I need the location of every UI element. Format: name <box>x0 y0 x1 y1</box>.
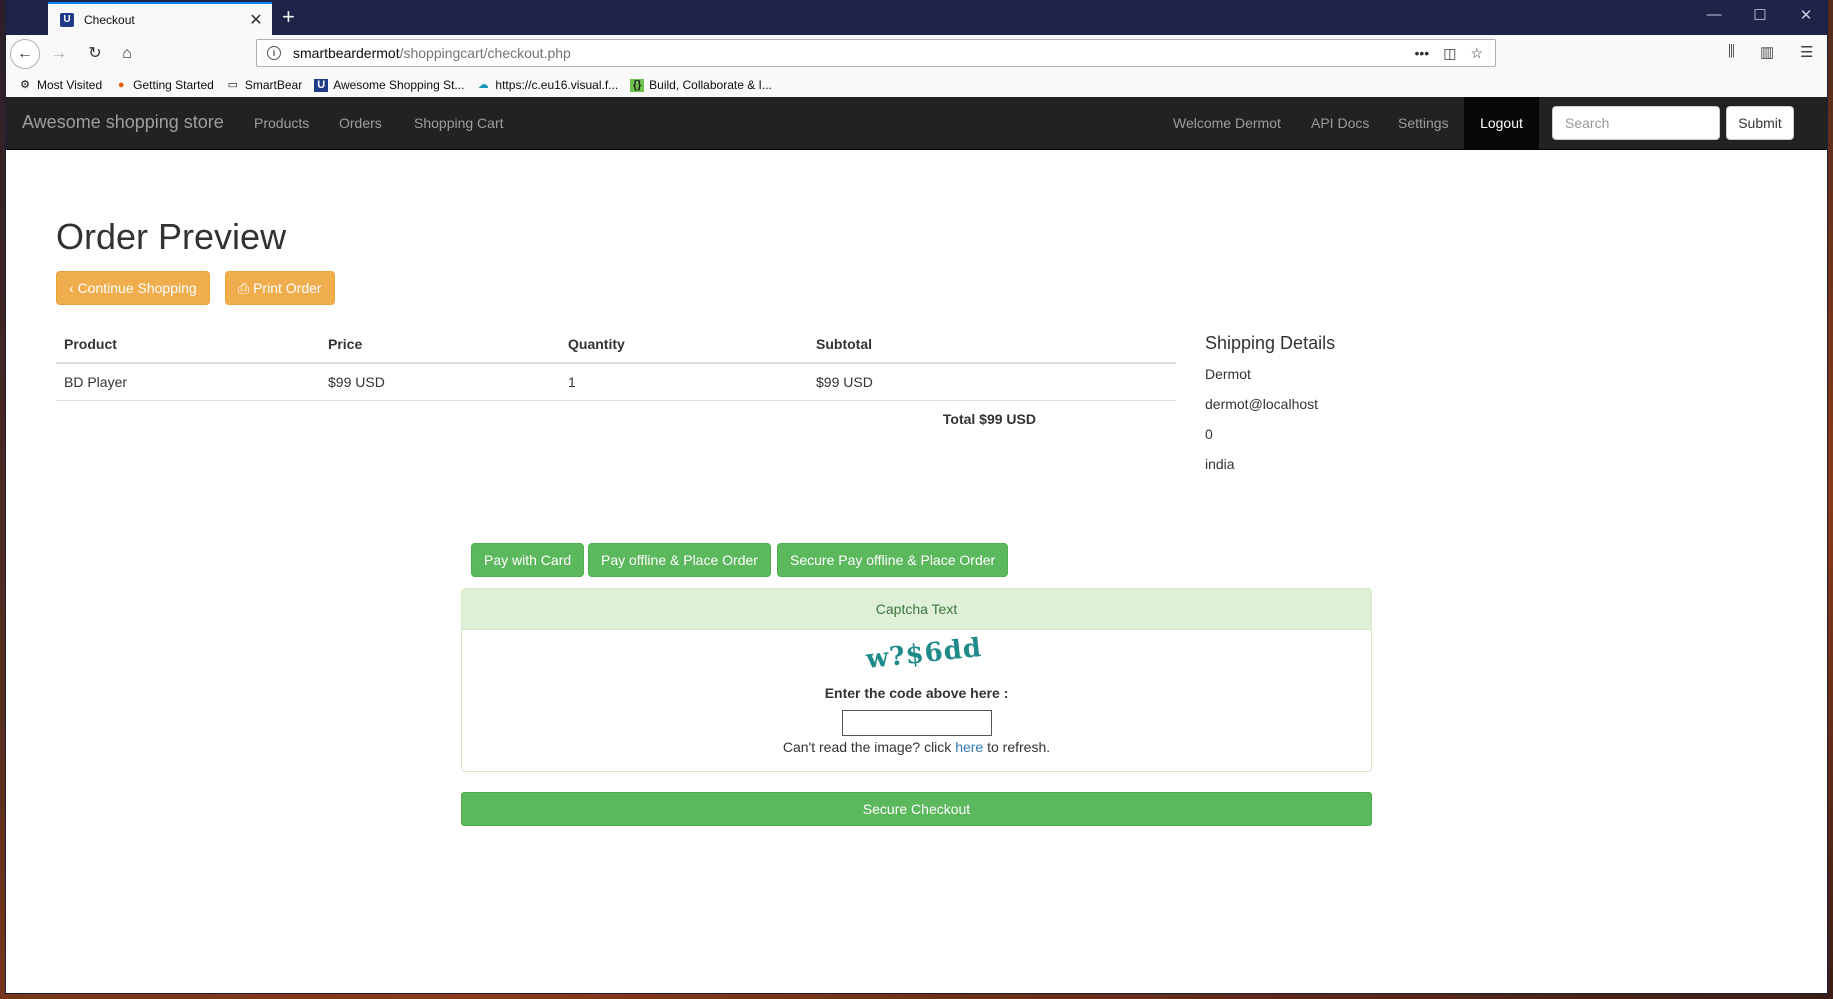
maximize-icon[interactable]: ☐ <box>1738 6 1782 24</box>
bookmark-salesforce[interactable]: ☁ https://c.eu16.visual.f... <box>476 78 618 92</box>
shipping-country: india <box>1205 456 1235 472</box>
bookmark-awesome-shopping[interactable]: U Awesome Shopping St... <box>314 78 464 92</box>
pay-with-card-button[interactable]: Pay with Card <box>471 543 585 577</box>
cell-subtotal: $99 USD <box>808 362 1176 401</box>
pocket-icon[interactable]: ◫ <box>1443 45 1456 62</box>
shipping-phone: 0 <box>1205 426 1213 442</box>
continue-shopping-button[interactable]: ‹ Continue Shopping <box>56 271 210 305</box>
browser-window: U Checkout ✕ + — ☐ ✕ ← → ↻ ⌂ i smartbear… <box>6 0 1827 993</box>
captcha-heading: Captcha Text <box>462 589 1371 630</box>
captcha-label: Enter the code above here : <box>824 685 1009 701</box>
menu-icon[interactable]: ☰ <box>1800 43 1813 61</box>
site-info-icon[interactable]: i <box>267 46 281 60</box>
tab-close-icon[interactable]: ✕ <box>246 10 266 30</box>
nav-welcome[interactable]: Welcome Dermot <box>1173 115 1281 131</box>
shipping-name: Dermot <box>1205 366 1251 382</box>
forward-icon[interactable]: → <box>46 41 72 67</box>
firefox-icon: ● <box>117 78 125 91</box>
captcha-panel: Captcha Text w?$6dd Enter the code above… <box>461 588 1372 772</box>
header-price: Price <box>320 326 560 364</box>
nav-shopping-cart[interactable]: Shopping Cart <box>414 115 504 131</box>
search-input[interactable] <box>1552 106 1720 140</box>
gear-icon: ⚙ <box>20 78 30 91</box>
bookmark-build-collaborate[interactable]: {} Build, Collaborate & I... <box>630 78 772 92</box>
title-bar: U Checkout ✕ + — ☐ ✕ <box>6 0 1827 35</box>
tab-title: Checkout <box>84 12 135 27</box>
folder-icon: ▭ <box>227 78 239 91</box>
table-header-row: Product Price Quantity Subtotal <box>56 326 1176 364</box>
url-host: smartbeardermot <box>293 45 400 61</box>
nav-orders[interactable]: Orders <box>339 115 382 131</box>
browser-toolbar: ← → ↻ ⌂ i smartbeardermot/shoppingcart/c… <box>6 35 1827 74</box>
header-product: Product <box>56 326 320 364</box>
order-total: Total $99 USD <box>56 400 1176 437</box>
table-row: BD Player $99 USD 1 $99 USD <box>56 362 1176 401</box>
brand-link[interactable]: Awesome shopping store <box>22 112 224 133</box>
build-favicon-icon: {} <box>630 78 645 92</box>
back-icon[interactable]: ← <box>10 39 40 69</box>
new-tab-icon[interactable]: + <box>282 4 295 30</box>
captcha-refresh-link[interactable]: here <box>955 739 983 755</box>
library-icon[interactable]: ⫼ <box>1728 43 1735 60</box>
cloud-icon: ☁ <box>477 78 489 91</box>
reload-icon[interactable]: ↻ <box>82 41 108 67</box>
shipping-details-title: Shipping Details <box>1205 333 1336 353</box>
bookmarks-toolbar: ⚙ Most Visited ● Getting Started ▭ SmartBea… <box>6 73 1827 97</box>
page-title: Order Preview <box>56 216 287 257</box>
minimize-icon[interactable]: — <box>1692 6 1736 23</box>
print-icon: ⎙ <box>238 280 250 296</box>
window-close-icon[interactable]: ✕ <box>1784 6 1828 24</box>
bookmark-getting-started[interactable]: ● Getting Started <box>114 78 214 92</box>
captcha-image: w?$6dd <box>864 633 984 675</box>
bookmark-smartbear[interactable]: ▭ SmartBear <box>226 78 303 92</box>
browser-tab[interactable]: U Checkout ✕ <box>48 2 272 35</box>
nav-logout[interactable]: Logout <box>1464 97 1539 149</box>
bookmark-most-visited[interactable]: ⚙ Most Visited <box>18 78 102 92</box>
captcha-input[interactable] <box>842 710 992 736</box>
nav-api-docs[interactable]: API Docs <box>1311 115 1369 131</box>
bookmark-star-icon[interactable]: ☆ <box>1470 45 1483 62</box>
chevron-left-icon: ‹ <box>69 280 74 296</box>
url-path: /shoppingcart/checkout.php <box>399 45 571 61</box>
captcha-help: Can't read the image? click here to refr… <box>782 739 1051 755</box>
nav-settings[interactable]: Settings <box>1398 115 1449 131</box>
header-quantity: Quantity <box>560 326 808 364</box>
nav-products[interactable]: Products <box>254 115 309 131</box>
app-navbar: Awesome shopping store Products Orders S… <box>6 97 1827 150</box>
url-bar[interactable]: i smartbeardermot/shoppingcart/checkout.… <box>256 39 1496 67</box>
header-subtotal: Subtotal <box>808 326 1176 364</box>
secure-pay-offline-button[interactable]: Secure Pay offline & Place Order <box>777 543 1009 577</box>
print-order-button[interactable]: ⎙ Print Order <box>225 271 335 305</box>
shipping-email: dermot@localhost <box>1205 396 1319 412</box>
cell-product: BD Player <box>56 362 320 401</box>
cell-quantity: 1 <box>560 362 808 401</box>
secure-checkout-button[interactable]: Secure Checkout <box>461 792 1372 826</box>
home-icon[interactable]: ⌂ <box>114 41 140 67</box>
tab-favicon-icon: U <box>60 12 74 27</box>
order-table: Product Price Quantity Subtotal BD Playe… <box>56 326 1176 437</box>
total-row: Total $99 USD <box>56 400 1176 437</box>
page-actions-icon[interactable]: ••• <box>1414 45 1429 62</box>
cell-price: $99 USD <box>320 362 560 401</box>
shop-favicon-icon: U <box>314 78 329 92</box>
pay-offline-button[interactable]: Pay offline & Place Order <box>588 543 771 577</box>
search-submit-button[interactable]: Submit <box>1726 106 1794 140</box>
sidebar-icon[interactable]: ▥ <box>1760 43 1774 61</box>
